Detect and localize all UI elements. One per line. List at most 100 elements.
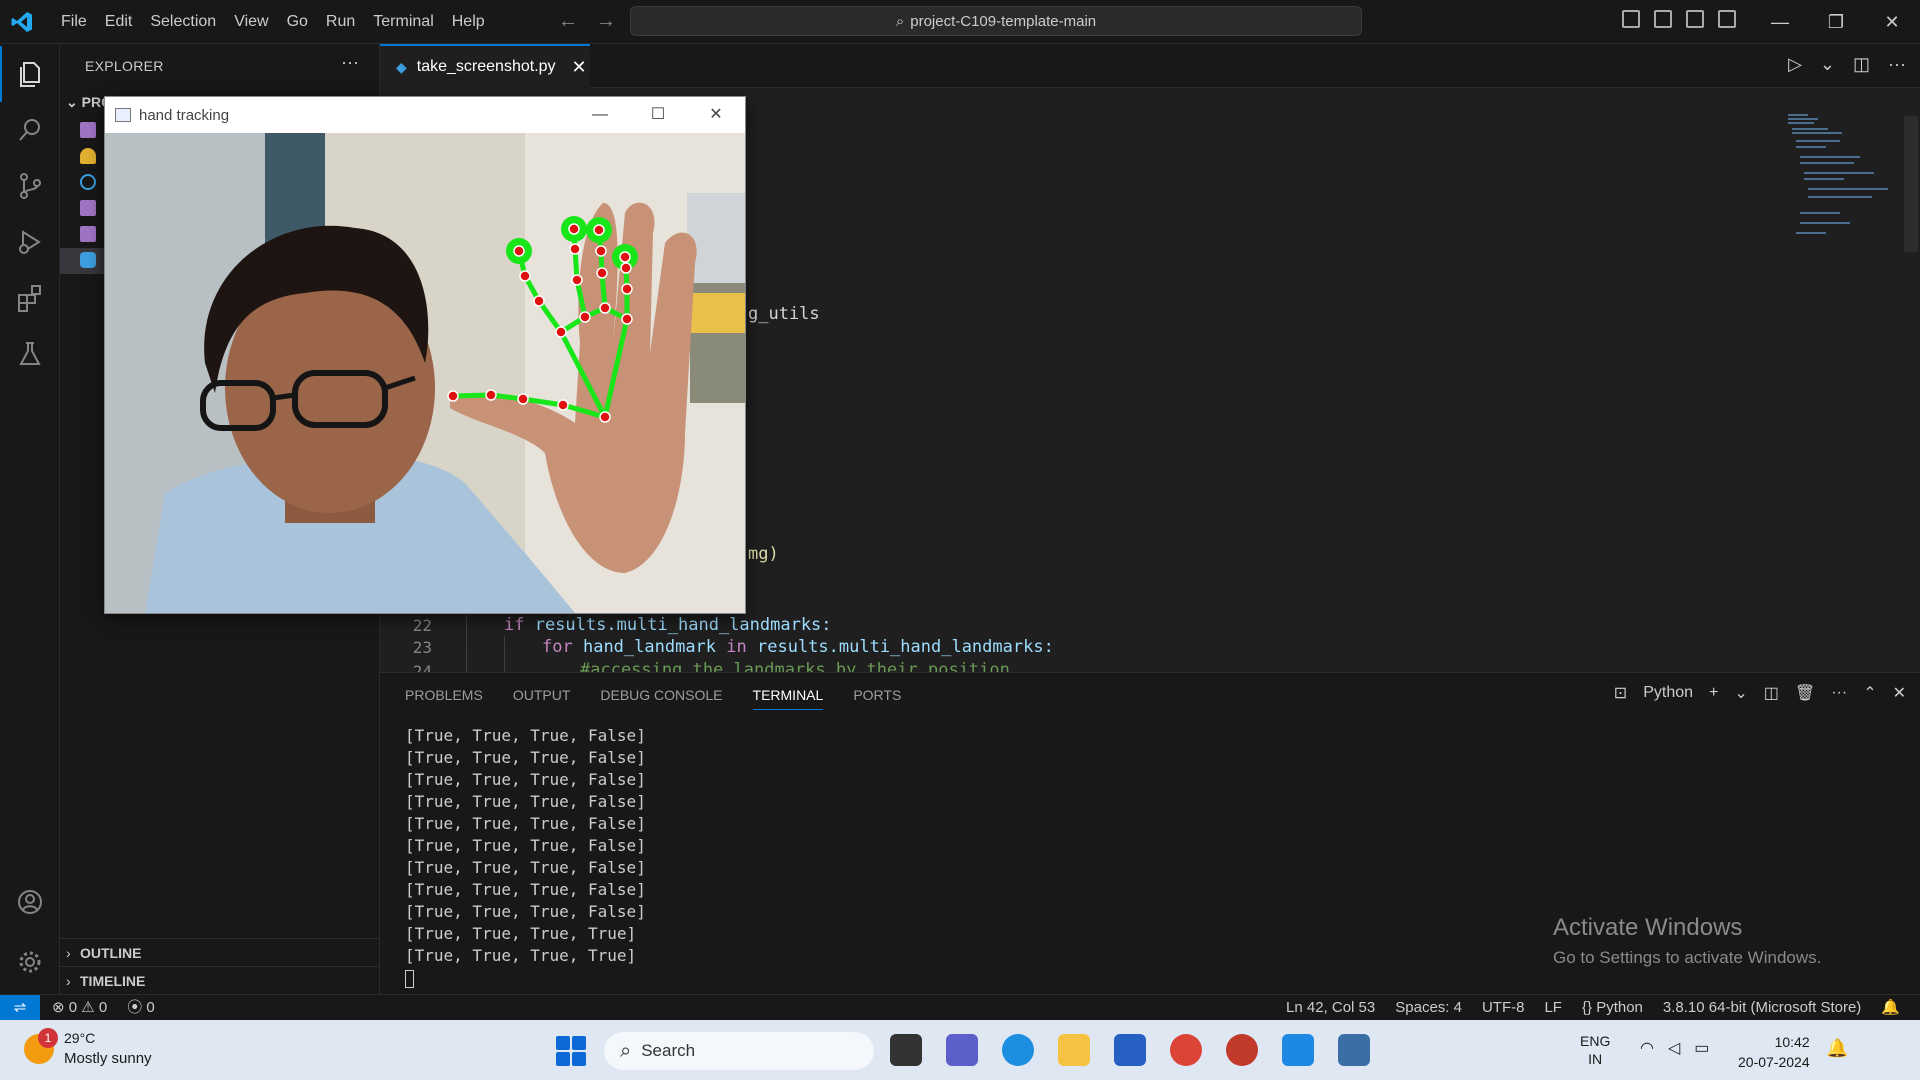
cursor-position[interactable]: Ln 42, Col 53 bbox=[1286, 995, 1375, 1021]
menu-terminal[interactable]: Terminal bbox=[364, 0, 442, 44]
menu-selection[interactable]: Selection bbox=[141, 0, 225, 44]
outline-section[interactable]: › OUTLINE bbox=[60, 938, 380, 966]
tab-problems[interactable]: PROBLEMS bbox=[405, 687, 483, 710]
chevron-down-icon[interactable]: ⌄ bbox=[1820, 54, 1835, 75]
lang-line1: ENG bbox=[1580, 1033, 1611, 1049]
explorer-icon[interactable] bbox=[0, 46, 60, 102]
minimap[interactable] bbox=[1788, 112, 1908, 252]
task-view-icon[interactable] bbox=[890, 1034, 922, 1066]
encoding[interactable]: UTF-8 bbox=[1482, 995, 1525, 1021]
menu-run[interactable]: Run bbox=[317, 0, 364, 44]
file-explorer-icon[interactable] bbox=[1058, 1034, 1090, 1066]
more-actions-icon[interactable]: ··· bbox=[1888, 54, 1906, 75]
info-file-icon bbox=[80, 174, 96, 190]
menu-file[interactable]: File bbox=[52, 0, 96, 44]
maximize-icon[interactable]: ☐ bbox=[629, 97, 687, 133]
terminal-line: [True, True, True, False] bbox=[405, 858, 646, 877]
new-terminal-icon[interactable]: + bbox=[1709, 684, 1718, 702]
microsoft-store-icon[interactable] bbox=[1114, 1034, 1146, 1066]
indentation[interactable]: Spaces: 4 bbox=[1395, 995, 1462, 1021]
volume-icon[interactable]: ◁ bbox=[1668, 1038, 1680, 1058]
vscode-taskbar-icon[interactable] bbox=[1282, 1034, 1314, 1066]
menu-view[interactable]: View bbox=[225, 0, 277, 44]
terminal-line: [True, True, True, False] bbox=[405, 748, 646, 767]
run-debug-icon[interactable] bbox=[0, 214, 60, 270]
terminal-output[interactable]: [True, True, True, False] [True, True, T… bbox=[405, 725, 646, 989]
menu-edit[interactable]: Edit bbox=[96, 0, 142, 44]
command-center[interactable]: ⌕ project-C109-template-main bbox=[630, 6, 1362, 36]
problems-status[interactable]: ⊗ 0 ⚠ 0 bbox=[52, 995, 107, 1021]
back-arrow-icon[interactable]: ← bbox=[558, 10, 578, 33]
settings-gear-icon[interactable] bbox=[0, 934, 60, 990]
terminal-shell-label[interactable]: Python bbox=[1643, 684, 1693, 702]
edge-icon[interactable] bbox=[1002, 1034, 1034, 1066]
vscode-logo-icon bbox=[11, 12, 32, 32]
chrome-icon[interactable] bbox=[1170, 1034, 1202, 1066]
taskbar-clock[interactable]: 10:42 20-07-2024 bbox=[1738, 1032, 1810, 1072]
close-panel-icon[interactable]: ✕ bbox=[1893, 683, 1906, 703]
minimize-icon[interactable]: — bbox=[1752, 0, 1808, 44]
more-actions-icon[interactable]: ··· bbox=[341, 52, 359, 73]
close-icon[interactable]: ✕ bbox=[687, 97, 745, 133]
hand-tracking-titlebar[interactable]: hand tracking — ☐ ✕ bbox=[105, 97, 745, 133]
editor-scrollbar[interactable] bbox=[1904, 116, 1918, 252]
minimize-icon[interactable]: — bbox=[571, 97, 629, 133]
split-editor-icon[interactable]: ◫ bbox=[1853, 54, 1870, 75]
source-control-icon[interactable] bbox=[0, 158, 60, 214]
teams-icon[interactable] bbox=[946, 1034, 978, 1066]
split-terminal-icon[interactable]: ◫ bbox=[1764, 683, 1779, 703]
code-text: results.multi_hand_landmarks: bbox=[746, 637, 1054, 657]
end-of-line[interactable]: LF bbox=[1544, 995, 1562, 1021]
run-file-icon[interactable]: ▷ bbox=[1788, 54, 1802, 75]
python-interpreter[interactable]: 3.8.10 64-bit (Microsoft Store) bbox=[1663, 995, 1861, 1021]
tab-take-screenshot[interactable]: ◆ take_screenshot.py ✕ bbox=[380, 44, 590, 88]
menu-help[interactable]: Help bbox=[443, 0, 494, 44]
restore-icon[interactable]: ❐ bbox=[1808, 0, 1864, 44]
notification-bell-icon[interactable]: 🔔 bbox=[1826, 1038, 1848, 1059]
more-actions-icon[interactable]: ··· bbox=[1831, 684, 1847, 702]
wifi-icon[interactable]: ◠ bbox=[1640, 1038, 1654, 1058]
chrome-profile-icon[interactable] bbox=[1226, 1034, 1258, 1066]
hand-tracking-window[interactable]: hand tracking — ☐ ✕ bbox=[104, 96, 746, 614]
customize-layout-icon[interactable] bbox=[1718, 10, 1736, 28]
ports-status[interactable]: ⦿ 0 bbox=[127, 995, 155, 1021]
extensions-icon[interactable] bbox=[0, 270, 60, 326]
forward-arrow-icon[interactable]: → bbox=[596, 10, 616, 33]
close-icon[interactable]: ✕ bbox=[1864, 0, 1920, 44]
menu-go[interactable]: Go bbox=[278, 0, 317, 44]
chevron-down-icon[interactable]: ⌄ bbox=[1734, 683, 1747, 703]
notifications-bell-icon[interactable]: 🔔 bbox=[1881, 995, 1900, 1021]
code-text: results.multi_hand_landmarks: bbox=[524, 615, 832, 635]
taskbar-search[interactable]: ⌕ Search bbox=[604, 1032, 874, 1070]
keyword-if: if bbox=[504, 615, 525, 635]
testing-icon[interactable] bbox=[0, 326, 60, 382]
braces-icon: {} bbox=[1581, 999, 1593, 1016]
python-app-icon[interactable] bbox=[1338, 1034, 1370, 1066]
maximize-panel-icon[interactable]: ⌃ bbox=[1863, 683, 1876, 703]
tab-ports[interactable]: PORTS bbox=[853, 687, 901, 710]
toggle-panel-icon[interactable] bbox=[1654, 10, 1672, 28]
close-tab-icon[interactable]: ✕ bbox=[572, 57, 587, 78]
timeline-section[interactable]: › TIMELINE bbox=[60, 966, 380, 994]
tab-output[interactable]: OUTPUT bbox=[513, 687, 571, 710]
camera-feed bbox=[105, 133, 745, 613]
tab-debug-console[interactable]: DEBUG CONSOLE bbox=[600, 687, 722, 710]
start-button-icon[interactable] bbox=[556, 1036, 586, 1066]
accounts-icon[interactable] bbox=[0, 874, 60, 930]
language-indicator[interactable]: ENG IN bbox=[1580, 1032, 1610, 1068]
tab-terminal[interactable]: TERMINAL bbox=[752, 687, 824, 710]
battery-icon[interactable]: ▭ bbox=[1694, 1038, 1709, 1058]
terminal-line: [True, True, True, False] bbox=[405, 726, 646, 745]
toggle-sidebar-icon[interactable] bbox=[1622, 10, 1640, 28]
trash-icon[interactable]: 🗑 bbox=[1795, 683, 1815, 703]
search-view-icon[interactable] bbox=[0, 102, 60, 158]
taskbar-search-label: Search bbox=[641, 1041, 696, 1060]
python-file-icon bbox=[80, 252, 96, 268]
terminal-line: [True, True, True, False] bbox=[405, 792, 646, 811]
toggle-secondary-sidebar-icon[interactable] bbox=[1686, 10, 1704, 28]
python-file-icon: ◆ bbox=[396, 58, 407, 75]
warning-icon: ⚠ bbox=[81, 999, 95, 1016]
remote-indicator-icon[interactable]: ⇌ bbox=[0, 995, 40, 1021]
language-mode[interactable]: {} Python bbox=[1582, 995, 1643, 1021]
code-var: hand_landmark bbox=[582, 637, 717, 657]
